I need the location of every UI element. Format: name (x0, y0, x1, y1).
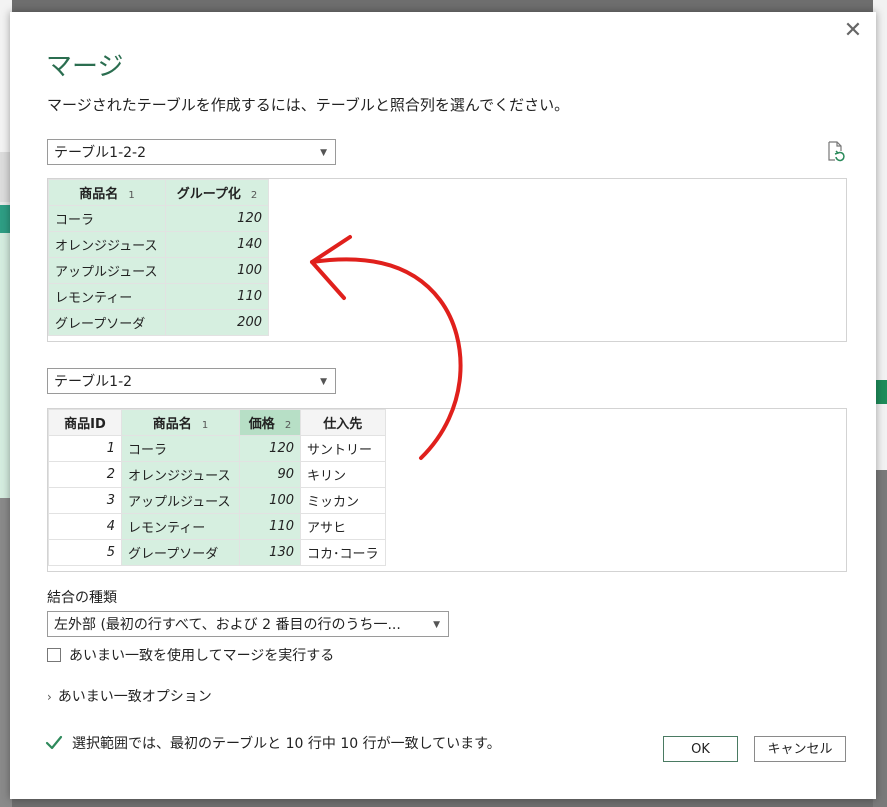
table-row: 1 コーラ 120 サントリー (48, 435, 386, 462)
ok-button[interactable]: OK (663, 736, 738, 762)
merge-dialog: ✕ マージ マージされたテーブルを作成するには、テーブルと照合列を選んでください… (10, 12, 876, 799)
table1-select[interactable]: テーブル1-2-2 ▼ (47, 139, 336, 165)
dialog-description: マージされたテーブルを作成するには、テーブルと照合列を選んでください。 (47, 96, 570, 114)
fuzzy-options-expander[interactable]: › あいまい一致オプション (47, 686, 212, 706)
chevron-right-icon: › (47, 690, 52, 704)
table2-select[interactable]: テーブル1-2 ▼ (47, 368, 336, 394)
chevron-down-icon: ▼ (433, 620, 440, 630)
table-row: 2 オレンジジュース 90 キリン (48, 461, 386, 488)
table-row: グレープソーダ 200 (48, 309, 269, 336)
table1-preview: 商品名 1 グループ化 2 コーラ 120 オレンジジュース 140 アップルジュース 1… (47, 178, 847, 342)
fuzzy-match-row[interactable]: あいまい一致を使用してマージを実行する (47, 645, 334, 665)
cancel-button[interactable]: キャンセル (754, 736, 846, 762)
check-icon (45, 735, 63, 750)
match-status: 選択範囲では、最初のテーブルと 10 行中 10 行が一致しています。 (44, 733, 501, 753)
join-kind-label: 結合の種類 (47, 590, 117, 606)
column-header-grouping[interactable]: グループ化 2 (165, 179, 269, 206)
chevron-down-icon: ▼ (320, 377, 327, 387)
table-row: 5 グレープソーダ 130 コカ･コーラ (48, 539, 386, 566)
fuzzy-match-checkbox[interactable] (47, 648, 61, 662)
column-header-product-name[interactable]: 商品名 1 (48, 179, 166, 206)
table1-select-value: テーブル1-2-2 (54, 145, 146, 161)
column-header-product-id[interactable]: 商品ID (48, 409, 122, 436)
refresh-icon[interactable] (824, 140, 846, 162)
table2-grid: 商品ID 商品名 1 価格 2 仕入先 1 コーラ 120 サントリー 2 オレンジジュース… (48, 409, 386, 566)
dialog-title: マージ (46, 52, 124, 82)
column-header-supplier[interactable]: 仕入先 (300, 409, 386, 436)
column-header-product-name[interactable]: 商品名 1 (121, 409, 240, 436)
column-header-price[interactable]: 価格 2 (239, 409, 301, 436)
table-row: 4 レモンティー 110 アサヒ (48, 513, 386, 540)
table2-select-value: テーブル1-2 (54, 374, 133, 390)
table-row: アップルジュース 100 (48, 257, 269, 284)
chevron-down-icon: ▼ (320, 148, 327, 158)
join-kind-select[interactable]: 左外部 (最初の行すべて、および 2 番目の行のうち一... ▼ (47, 611, 449, 637)
table-row: レモンティー 110 (48, 283, 269, 310)
table-row: 3 アップルジュース 100 ミッカン (48, 487, 386, 514)
fuzzy-options-label: あいまい一致オプション (57, 689, 212, 705)
table1-grid: 商品名 1 グループ化 2 コーラ 120 オレンジジュース 140 アップルジュース 1… (48, 179, 269, 336)
join-kind-value: 左外部 (最初の行すべて、および 2 番目の行のうち一... (54, 617, 401, 633)
table-row: オレンジジュース 140 (48, 231, 269, 258)
table-row: コーラ 120 (48, 205, 269, 232)
match-status-text: 選択範囲では、最初のテーブルと 10 行中 10 行が一致しています。 (72, 736, 501, 752)
fuzzy-match-label: あいまい一致を使用してマージを実行する (69, 648, 335, 664)
table2-preview: 商品ID 商品名 1 価格 2 仕入先 1 コーラ 120 サントリー 2 オレンジジュース… (47, 408, 847, 572)
close-icon[interactable]: ✕ (842, 20, 864, 42)
